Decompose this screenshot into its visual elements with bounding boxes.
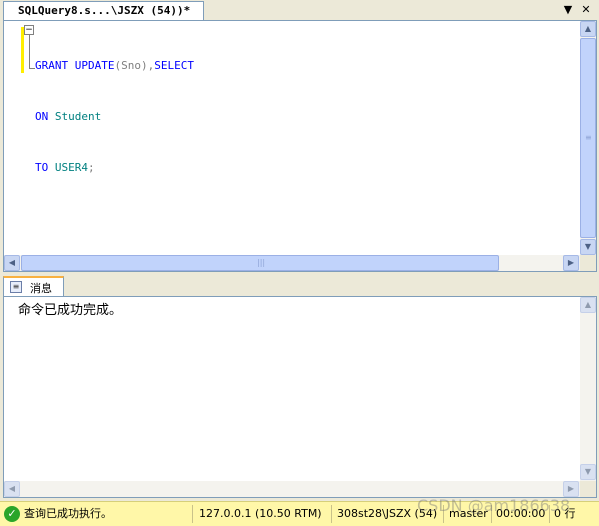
scroll-right-icon[interactable]: ▶ — [563, 255, 579, 271]
scroll-left-icon[interactable]: ◀ — [4, 255, 20, 271]
status-server: 127.0.0.1 (10.50 RTM) — [199, 507, 322, 520]
scroll-down-icon[interactable]: ▼ — [580, 464, 596, 480]
fold-guide — [29, 34, 30, 69]
editor-vscroll-thumb[interactable]: ≡ — [580, 38, 596, 238]
editor-vertical-scrollbar[interactable]: ▲ ≡ ▼ — [580, 21, 596, 255]
messages-icon: ≡ — [10, 281, 22, 293]
messages-horizontal-scrollbar[interactable]: ◀ ▶ — [4, 481, 580, 497]
document-tabstrip: SQLQuery8.s...\JSZX (54))* ▼ ✕ — [0, 0, 599, 20]
status-text: 查询已成功执行。 — [24, 507, 112, 520]
result-message: 命令已成功完成。 — [18, 303, 123, 318]
tab-sqlquery[interactable]: SQLQuery8.s...\JSZX (54))* — [3, 1, 204, 20]
watermark: CSDN @am186638 — [417, 496, 571, 515]
success-check-icon: ✓ — [4, 506, 20, 522]
messages-vertical-scrollbar[interactable]: ▲ ▼ — [580, 297, 596, 481]
code-line-3: TO USER4; — [35, 161, 95, 174]
editor-hscroll-thumb[interactable]: ||| — [21, 255, 499, 271]
tab-messages-label: 消息 — [30, 282, 52, 295]
tab-sqlquery-label: SQLQuery8.s...\JSZX (54))* — [18, 4, 191, 17]
code-line-1: GRANT UPDATE(Sno),SELECT — [35, 59, 194, 72]
scrollbar-corner — [580, 481, 596, 497]
scrollbar-corner — [580, 255, 596, 271]
editor-horizontal-scrollbar[interactable]: ◀ ||| ▶ — [4, 255, 580, 271]
scroll-left-icon[interactable]: ◀ — [4, 481, 20, 497]
scroll-up-icon[interactable]: ▲ — [580, 297, 596, 313]
close-icon[interactable]: ✕ — [578, 2, 594, 18]
code-line-2: ON Student — [35, 110, 102, 123]
code-block: GRANT UPDATE(Sno),SELECT ON Student TO U… — [35, 23, 194, 210]
tab-messages[interactable]: ≡ 消息 — [3, 276, 64, 296]
scroll-down-icon[interactable]: ▼ — [580, 239, 596, 255]
messages-pane[interactable]: 命令已成功完成。 ▲ ▼ ◀ ▶ — [3, 296, 597, 498]
sql-editor[interactable]: − GRANT UPDATE(Sno),SELECT ON Student TO… — [3, 20, 597, 272]
scroll-right-icon[interactable]: ▶ — [563, 481, 579, 497]
tab-list-dropdown-icon[interactable]: ▼ — [560, 2, 576, 18]
scroll-up-icon[interactable]: ▲ — [580, 21, 596, 37]
